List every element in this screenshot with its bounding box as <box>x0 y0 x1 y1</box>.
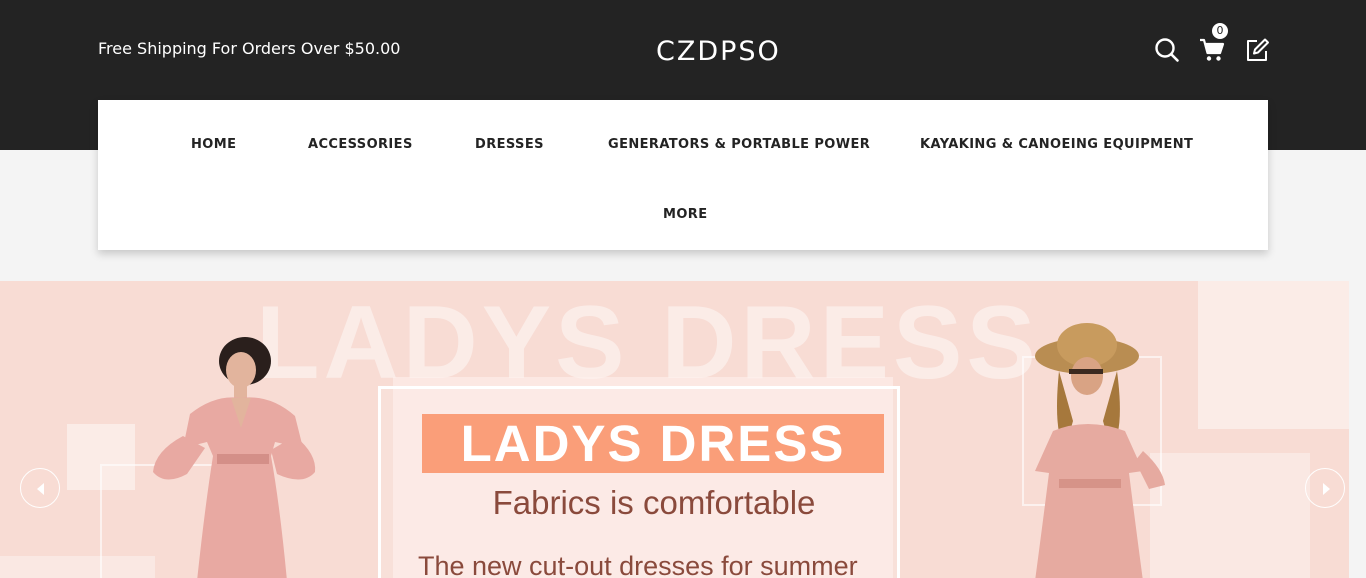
cart-count-badge: 0 <box>1212 23 1228 39</box>
nav-item-accessories[interactable]: ACCESSORIES <box>308 137 413 152</box>
model-image-right <box>1035 323 1165 578</box>
nav-item-home[interactable]: HOME <box>191 137 236 152</box>
nav-item-dresses[interactable]: DRESSES <box>475 137 544 152</box>
banner-deco-square <box>1198 281 1349 429</box>
nav-item-generators[interactable]: GENERATORS & PORTABLE POWER <box>608 137 870 152</box>
banner-headline: LADYS DRESS <box>460 415 846 472</box>
chevron-left-icon <box>37 483 44 495</box>
banner-tagline: The new cut-out dresses for summer <box>418 551 858 578</box>
hero-banner[interactable]: LADYS DRESS LADYS DRESS Fabrics is comfo… <box>0 281 1349 578</box>
free-shipping-text: Free Shipping For Orders Over $50.00 <box>98 39 401 58</box>
edit-icon[interactable] <box>1243 36 1271 64</box>
nav-item-kayaking[interactable]: KAYAKING & CANOEING EQUIPMENT <box>920 137 1193 152</box>
carousel-next-button[interactable] <box>1305 468 1345 508</box>
banner-subtitle: Fabrics is comfortable <box>492 484 816 521</box>
site-logo[interactable]: CZDPSO <box>656 36 781 67</box>
cart-icon[interactable] <box>1198 36 1226 64</box>
chevron-right-icon <box>1323 483 1330 495</box>
search-icon[interactable] <box>1153 36 1181 64</box>
banner-deco-square <box>0 556 155 578</box>
main-nav: HOME ACCESSORIES DRESSES GENERATORS & PO… <box>98 100 1268 250</box>
model-image-left <box>153 337 316 578</box>
nav-item-more[interactable]: MORE <box>663 207 707 222</box>
carousel-prev-button[interactable] <box>20 468 60 508</box>
